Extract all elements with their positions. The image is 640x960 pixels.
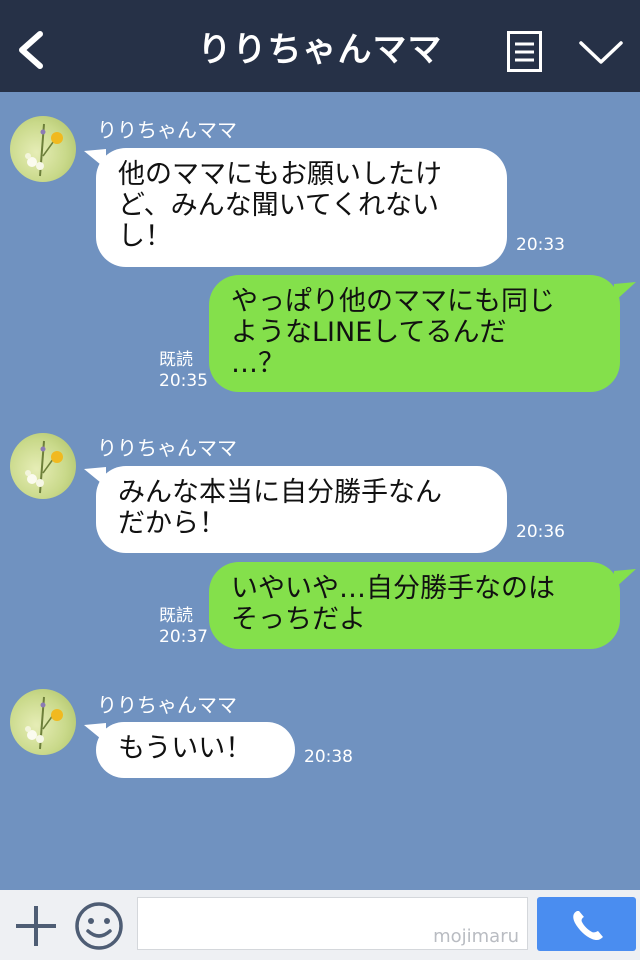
message-bubble-outgoing[interactable]: やっぱり他のママにも同じ ようなLINEしてるんだ …？ [209,275,620,392]
avatar[interactable] [10,116,76,182]
smiley-icon[interactable] [74,901,124,951]
chevron-down-icon[interactable] [578,38,624,68]
read-receipt: 既読 [159,606,193,626]
flower-avatar-image [25,123,63,177]
message-bubble-incoming[interactable]: もういい！ [96,722,295,778]
message-input[interactable]: mojimaru [137,897,528,950]
bubble-tail [614,569,636,589]
list-icon[interactable] [507,31,542,72]
avatar[interactable] [10,433,76,499]
message-bubble-incoming[interactable]: 他のママにもお願いしたけ ど、みんな聞いてくれない し！ [96,148,507,267]
flower-avatar-image [25,696,63,750]
read-receipt: 既読 [159,350,193,370]
avatar[interactable] [10,689,76,755]
sender-name: りりちゃんママ [97,693,237,717]
sender-name: りりちゃんママ [97,118,237,142]
sender-name: りりちゃんママ [97,436,237,460]
chat-header: りりちゃんママ [0,0,640,92]
flower-avatar-image [25,440,63,494]
message-time: 20:33 [516,235,565,255]
call-button[interactable] [537,897,636,951]
plus-icon[interactable] [14,904,58,948]
phone-icon [573,911,603,941]
bubble-tail [614,282,636,302]
message-bubble-incoming[interactable]: みんな本当に自分勝手なん だから！ [96,466,507,553]
message-time: 20:35 [159,371,208,391]
message-bubble-outgoing[interactable]: いやいや…自分勝手なのは そっちだよ [209,562,620,649]
message-time: 20:36 [516,522,565,542]
chat-title: りりちゃんママ [197,30,443,70]
chat-area[interactable]: りりちゃんママ 他のママにもお願いしたけ ど、みんな聞いてくれない し！ 20:… [0,92,640,890]
message-time: 20:37 [159,627,208,647]
watermark: mojimaru [433,926,519,947]
message-time: 20:38 [304,747,353,767]
